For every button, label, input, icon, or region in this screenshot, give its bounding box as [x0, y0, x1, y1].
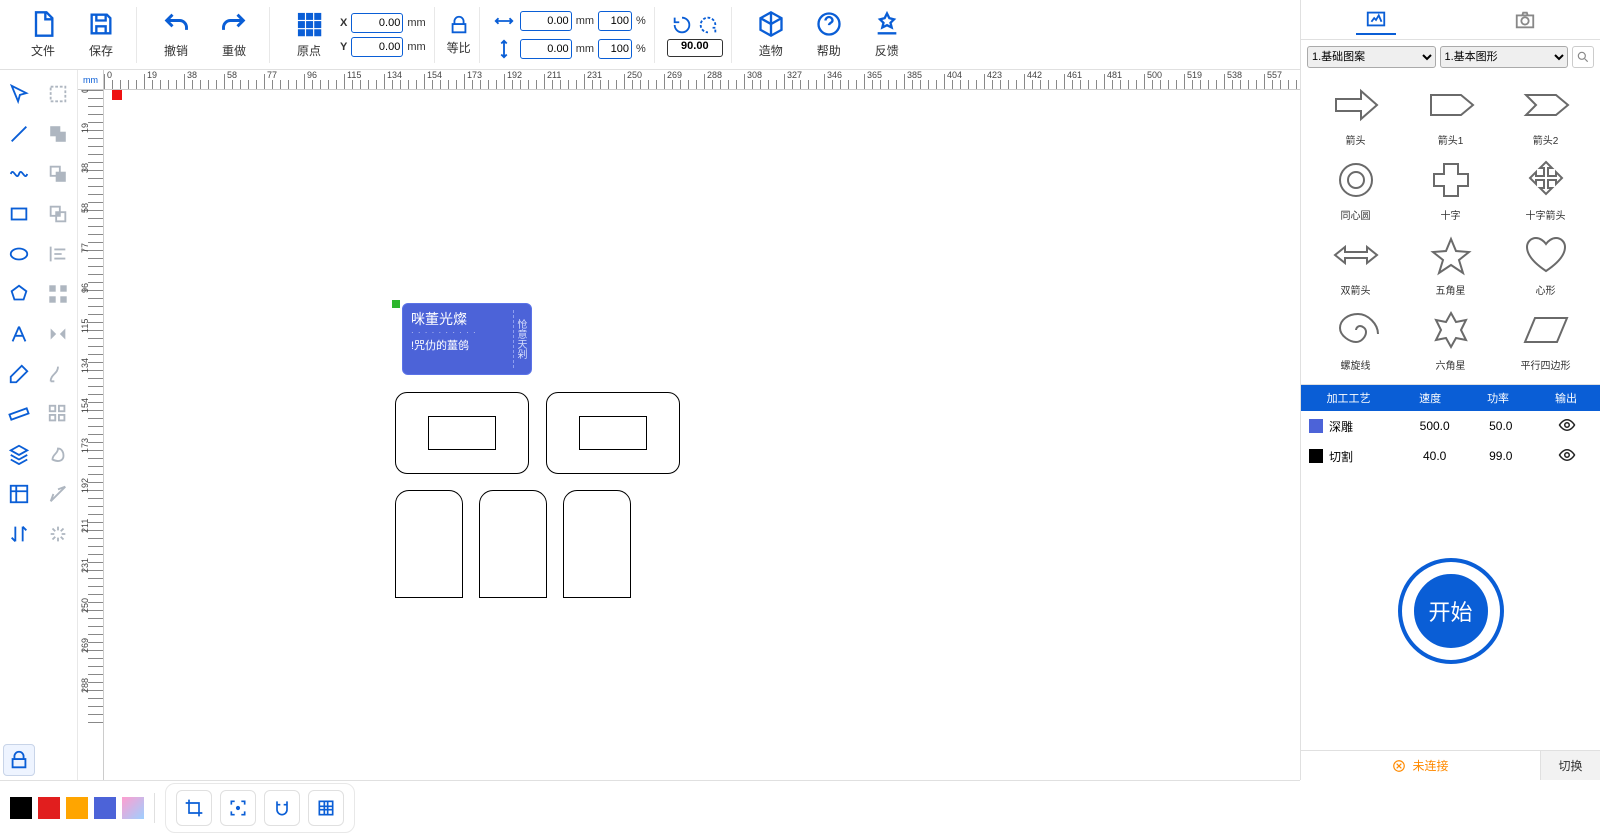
shape-arrow1[interactable]: 箭头1 — [1404, 78, 1497, 151]
grid-tool[interactable] — [308, 790, 344, 826]
shape-heart[interactable]: 心形 — [1499, 228, 1592, 301]
select-tool[interactable] — [3, 78, 35, 110]
union-tool[interactable] — [42, 118, 74, 150]
ruler-corner: mm — [78, 70, 104, 90]
process-row[interactable]: 深雕500.050.0 — [1301, 411, 1600, 441]
height-input[interactable] — [520, 39, 572, 59]
eraser-tool[interactable] — [3, 358, 35, 390]
category-a-select[interactable]: 1.基础图案 — [1307, 46, 1436, 68]
shape-cross[interactable]: 十字 — [1404, 153, 1497, 226]
canvas-area: mm 0193858779611513415417319221123125026… — [78, 70, 1300, 780]
subtract-tool[interactable] — [42, 158, 74, 190]
redo-button[interactable]: 重做 — [207, 7, 261, 63]
connection-status: 未连接 — [1301, 757, 1540, 774]
color-swatch[interactable] — [122, 797, 144, 819]
origin-button[interactable]: 原点 — [282, 7, 336, 63]
help-button[interactable]: 帮助 — [802, 7, 856, 63]
origin-marker — [112, 90, 122, 100]
create-button[interactable]: 造物 — [744, 7, 798, 63]
right-panel: 1.基础图案 1.基本图形 箭头 箭头1 箭头2 同心圆 十字 十字箭头 双箭头… — [1300, 0, 1600, 780]
magnet-tool[interactable] — [264, 790, 300, 826]
switch-button[interactable]: 切换 — [1540, 751, 1600, 780]
process-panel: 加工工艺速度功率输出 深雕500.050.0切割40.099.0 — [1301, 384, 1600, 471]
shape-crossarrow[interactable]: 十字箭头 — [1499, 153, 1592, 226]
line-tool[interactable] — [3, 118, 35, 150]
y-input[interactable] — [351, 37, 403, 57]
lock-ratio-icon[interactable] — [447, 13, 471, 37]
process-row[interactable]: 切割40.099.0 — [1301, 441, 1600, 471]
category-b-select[interactable]: 1.基本图形 — [1440, 46, 1569, 68]
width-icon — [492, 9, 516, 33]
ruler-vertical: 0193858779611513415417319221123125026928… — [78, 90, 104, 780]
start-button[interactable]: 开始 — [1402, 562, 1500, 660]
design-shape[interactable] — [428, 416, 496, 450]
file-button[interactable]: 文件 — [16, 7, 70, 63]
x-input[interactable] — [351, 13, 403, 33]
height-pct-input[interactable] — [598, 39, 632, 59]
right-panel-tabs — [1301, 0, 1600, 40]
focus-tool[interactable] — [220, 790, 256, 826]
curve-tool[interactable] — [3, 158, 35, 190]
color-swatch[interactable] — [38, 797, 60, 819]
shape-library: 箭头 箭头1 箭头2 同心圆 十字 十字箭头 双箭头 五角星 心形 螺旋线 六角… — [1301, 74, 1600, 380]
canvas[interactable]: 咪董光燦 · · · · · · · · · · !咒仂的薑鸧 怆意天剁 — [104, 90, 1300, 780]
color-swatch[interactable] — [10, 797, 32, 819]
shape-spiral[interactable]: 螺旋线 — [1309, 303, 1402, 376]
width-pct-input[interactable] — [598, 11, 632, 31]
ellipse-tool[interactable] — [3, 238, 35, 270]
tab-shapes[interactable] — [1356, 5, 1396, 35]
shape-pentagram[interactable]: 五角星 — [1404, 228, 1497, 301]
height-icon — [492, 37, 516, 61]
tab-camera[interactable] — [1505, 5, 1545, 35]
rotate-ccw-icon[interactable] — [670, 13, 694, 37]
distribute-tool[interactable] — [42, 278, 74, 310]
shape-doublearrow[interactable]: 双箭头 — [1309, 228, 1402, 301]
shape-parallelogram[interactable]: 平行四边形 — [1499, 303, 1592, 376]
rect-tool[interactable] — [3, 198, 35, 230]
align-left-tool[interactable] — [42, 238, 74, 270]
color-swatch[interactable] — [94, 797, 116, 819]
intersect-tool[interactable] — [42, 198, 74, 230]
bottom-bar — [0, 780, 1300, 834]
mirror-h-tool[interactable] — [42, 318, 74, 350]
measure-tool[interactable] — [3, 398, 35, 430]
xy-coords: Xmm Ymm — [340, 13, 426, 57]
shape-arrow[interactable]: 箭头 — [1309, 78, 1402, 151]
search-icon[interactable] — [1572, 46, 1594, 68]
save-button[interactable]: 保存 — [74, 7, 128, 63]
color-swatch[interactable] — [66, 797, 88, 819]
shape-concentric[interactable]: 同心圆 — [1309, 153, 1402, 226]
wh-coords: mm% mm% — [492, 9, 646, 61]
table-tool[interactable] — [3, 478, 35, 510]
polygon-tool[interactable] — [3, 278, 35, 310]
width-input[interactable] — [520, 11, 572, 31]
marquee-tool[interactable] — [42, 78, 74, 110]
color-swatches — [10, 797, 144, 819]
design-engrave-block[interactable]: 咪董光燦 · · · · · · · · · · !咒仂的薑鸧 怆意天剁 — [402, 303, 532, 375]
sort-tool[interactable] — [3, 518, 35, 550]
status-bar: 未连接 切换 — [1301, 750, 1600, 780]
layers-tool[interactable] — [3, 438, 35, 470]
design-shape[interactable] — [395, 490, 463, 598]
left-toolstrip — [0, 70, 78, 780]
design-shape[interactable] — [479, 490, 547, 598]
rotate-cw-icon[interactable] — [696, 13, 720, 37]
array-tool[interactable] — [42, 398, 74, 430]
undo-button[interactable]: 撤销 — [149, 7, 203, 63]
lock-canvas-button[interactable] — [3, 744, 35, 776]
outline-tool[interactable] — [42, 438, 74, 470]
crop-tool[interactable] — [176, 790, 212, 826]
design-shape[interactable] — [563, 490, 631, 598]
path-tool[interactable] — [42, 478, 74, 510]
feedback-button[interactable]: 反馈 — [860, 7, 914, 63]
burst-tool[interactable] — [42, 518, 74, 550]
angle-input[interactable]: 90.00 — [667, 39, 723, 57]
selection-handle[interactable] — [392, 300, 400, 308]
trace-tool[interactable] — [42, 358, 74, 390]
text-tool[interactable] — [3, 318, 35, 350]
shape-hexagram[interactable]: 六角星 — [1404, 303, 1497, 376]
design-shape[interactable] — [579, 416, 647, 450]
shape-arrow2[interactable]: 箭头2 — [1499, 78, 1592, 151]
ruler-horizontal: 0193858779611513415417319221123125026928… — [104, 70, 1300, 90]
